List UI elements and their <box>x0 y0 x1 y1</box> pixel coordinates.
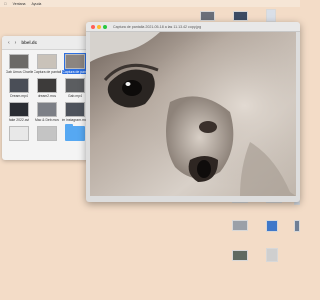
file-thumbnail <box>65 102 85 117</box>
preview-window: Captura de pantalla 2021-05-18 a las 11.… <box>86 22 300 202</box>
file-label: dream2.mov <box>37 94 57 98</box>
menu-bar:  Ventana Ayuda <box>0 0 300 7</box>
folder-item[interactable] <box>61 124 89 142</box>
forward-icon[interactable]: › <box>15 40 17 46</box>
file-label: Dream.mp4 <box>10 94 28 98</box>
minimize-button[interactable] <box>97 24 101 29</box>
desktop-file[interactable] <box>266 248 278 267</box>
desktop-file[interactable] <box>294 220 300 232</box>
file-thumbnail <box>37 126 57 141</box>
file-thumbnail <box>9 54 29 69</box>
finder-window: ‹ › bbel.dc Gab Umus Charlie Captura de … <box>2 36 96 160</box>
file-thumbnail <box>9 126 29 141</box>
file-item[interactable]: Mac & Deb.mov <box>33 102 61 122</box>
preview-image <box>90 32 296 196</box>
file-thumbnail <box>65 78 85 93</box>
file-item[interactable]: im instagram.mov <box>61 102 89 122</box>
file-thumbnail <box>37 54 57 69</box>
finder-toolbar: ‹ › bbel.dc <box>2 36 96 50</box>
preview-title: Captura de pantalla 2021-05-18 a las 11.… <box>113 24 202 29</box>
menu-item-ventana[interactable]: Ventana <box>13 2 26 6</box>
file-thumbnail <box>9 78 29 93</box>
file-label: Captura de pantalla 17.13.42 <box>33 70 61 74</box>
desktop-file[interactable] <box>266 220 278 237</box>
file-item[interactable]: dream2.mov <box>33 78 61 98</box>
file-item-selected[interactable]: Captura de pantalla...11.52.jpeg <box>61 53 89 74</box>
file-label: Mac & Deb.mov <box>34 118 60 122</box>
file-thumbnail <box>64 53 86 70</box>
preview-titlebar: Captura de pantalla 2021-05-18 a las 11.… <box>86 22 300 32</box>
back-icon[interactable]: ‹ <box>8 40 10 46</box>
folder-icon <box>65 124 85 141</box>
file-item[interactable]: Captura de pantalla 17.13.42 <box>33 54 61 74</box>
file-item[interactable]: Dream.mp4 <box>5 78 33 98</box>
file-thumbnail <box>9 102 29 117</box>
file-label: Gab.mp4 <box>68 94 82 98</box>
finder-title: bbel.dc <box>21 40 38 45</box>
file-item[interactable] <box>5 126 33 142</box>
zoom-button[interactable] <box>103 24 107 29</box>
file-label: Gab Umus Charlie <box>5 70 33 74</box>
close-button[interactable] <box>91 24 95 29</box>
file-thumbnail <box>37 78 57 93</box>
file-item[interactable]: Gab Umus Charlie <box>5 54 33 74</box>
desktop-file[interactable] <box>232 250 248 266</box>
desktop-file[interactable] <box>232 220 248 236</box>
file-label: im instagram.mov <box>61 118 89 122</box>
file-label: fake 2022.avi <box>8 118 30 122</box>
menu-item-ayuda[interactable]: Ayuda <box>31 2 41 6</box>
file-thumbnail <box>37 102 57 117</box>
file-label: Captura de pantalla...11.52.jpeg <box>61 70 89 74</box>
file-item[interactable] <box>33 126 61 142</box>
file-item[interactable]: fake 2022.avi <box>5 102 33 122</box>
file-item[interactable]: Gab.mp4 <box>61 78 89 98</box>
apple-icon[interactable]:  <box>4 2 7 6</box>
finder-file-grid: Gab Umus Charlie Captura de pantalla 17.… <box>5 53 91 142</box>
